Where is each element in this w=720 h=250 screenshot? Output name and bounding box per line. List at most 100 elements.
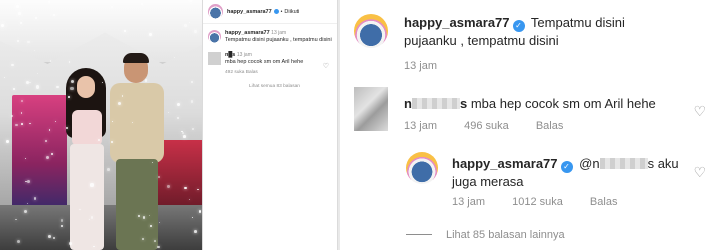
- sparkle: [183, 23, 187, 27]
- avatar[interactable]: [208, 4, 223, 19]
- reply-time: 13 jam: [452, 196, 486, 208]
- sparkle: [98, 139, 100, 141]
- sparkle: [148, 32, 152, 36]
- sparkle: [35, 85, 39, 89]
- view-replies-link[interactable]: Lihat semua 83 balasan: [249, 84, 337, 89]
- zoom-comment: n s mba hep cocok sm om Aril hehe 13 jam …: [354, 87, 720, 135]
- sparkle: [12, 88, 15, 90]
- mention-end[interactable]: s: [648, 156, 655, 171]
- caption-text-line1: Tempatmu disini: [530, 15, 625, 30]
- header-username[interactable]: happy_asmara77: [227, 9, 272, 15]
- sparkle: [177, 103, 180, 106]
- sparkle: [21, 123, 23, 125]
- sparkle: [65, 126, 69, 130]
- reply-text-line2: juga merasa: [452, 174, 524, 189]
- sparkle: [52, 14, 55, 17]
- comment-text: mba hep cocok sm om Aril hehe: [225, 59, 304, 65]
- man-figure: [106, 53, 170, 250]
- sparkle: [26, 202, 28, 204]
- sparkle: [176, 116, 180, 120]
- comment: n█s 13 jam mba hep cocok sm om Aril hehe…: [203, 44, 337, 76]
- sparkle: [11, 63, 14, 66]
- following-button[interactable]: Diikuti: [284, 9, 299, 15]
- sparkle: [23, 209, 27, 213]
- view-more-replies-link[interactable]: Lihat 85 balasan lainnya: [406, 229, 565, 241]
- reply-avatar[interactable]: [406, 152, 438, 184]
- mention-start[interactable]: @n: [579, 156, 599, 171]
- zoom-reply: happy_asmara77 ✓ @n s aku juga merasa 13 j…: [406, 152, 720, 212]
- sparkle: [55, 85, 59, 89]
- sparkle: [16, 239, 21, 243]
- zoom-caption: happy_asmara77 ✓ Tempatmu disini pujaanku…: [354, 14, 625, 75]
- sparkle: [93, 245, 95, 247]
- reply-username[interactable]: happy_asmara77: [452, 156, 558, 171]
- avatar[interactable]: [354, 14, 388, 48]
- reply-text: aku: [657, 156, 679, 171]
- sparkle: [5, 139, 9, 143]
- post-side-panel: happy_asmara77 • Diikuti happy_asmara77 …: [202, 0, 338, 250]
- comment-text: mba hep cocok sm om Aril hehe: [470, 96, 656, 111]
- comment-meta: 13 jam 496 suka Balas: [404, 120, 587, 132]
- sparkle: [36, 73, 38, 75]
- sparkle: [35, 17, 37, 19]
- sparkle: [167, 185, 170, 188]
- sparkle: [90, 183, 94, 187]
- tent-canopy: [0, 0, 202, 64]
- post-photo[interactable]: [0, 0, 202, 250]
- reply-likes[interactable]: 1012 suka: [512, 196, 563, 208]
- sparkle: [117, 101, 121, 105]
- heart-icon[interactable]: ♡: [693, 103, 706, 120]
- sparkle: [48, 235, 51, 239]
- sparkle: [18, 11, 21, 15]
- caption-avatar[interactable]: [208, 30, 221, 43]
- sparkle: [88, 218, 90, 220]
- comment-avatar[interactable]: [208, 52, 221, 65]
- comment-username-end[interactable]: s: [460, 96, 467, 111]
- sparkle: [17, 40, 19, 43]
- post-header: happy_asmara77 • Diikuti: [203, 0, 337, 24]
- view-more-label[interactable]: Lihat 85 balasan lainnya: [446, 229, 565, 241]
- reply-button[interactable]: Balas: [590, 196, 618, 208]
- caption-time: 13 jam: [271, 30, 287, 36]
- reply-button[interactable]: Balas: [536, 120, 564, 132]
- comment-avatar[interactable]: [354, 87, 388, 131]
- sparkle: [3, 76, 5, 78]
- comment-username-start[interactable]: n: [404, 96, 412, 111]
- comment-username[interactable]: n█s: [225, 52, 235, 58]
- heart-icon[interactable]: ♡: [693, 164, 706, 181]
- verified-icon: ✓: [560, 161, 573, 173]
- caption-text: Tempatmu disini pujaanku , tempatmu disi…: [225, 37, 332, 43]
- sparkle: [68, 61, 71, 63]
- sparkle: [20, 112, 22, 114]
- sparkle: [45, 140, 47, 142]
- sparkle: [190, 100, 194, 103]
- sparkle: [191, 127, 194, 130]
- sparkle: [25, 80, 29, 84]
- sparkle: [10, 114, 13, 117]
- caption-username[interactable]: happy_asmara77: [404, 15, 510, 30]
- separator-dot: •: [280, 8, 283, 15]
- caption-text-line2: pujaanku , tempatmu disini: [404, 33, 559, 48]
- sparkle: [124, 29, 127, 32]
- caption: happy_asmara77 13 jam Tempatmu disini pu…: [203, 24, 337, 44]
- divider: [406, 234, 432, 235]
- comment-likes[interactable]: 496 suka: [464, 120, 509, 132]
- reply-meta: 13 jam 1012 suka Balas: [452, 196, 641, 208]
- sparkle: [15, 218, 17, 220]
- sparkle: [29, 122, 31, 125]
- caption-username[interactable]: happy_asmara77: [225, 30, 270, 36]
- sparkle: [48, 129, 51, 131]
- sparkle: [29, 81, 32, 84]
- sparkle: [181, 131, 185, 134]
- caption-time: 13 jam: [404, 60, 438, 72]
- sparkle: [68, 96, 70, 99]
- sparkle: [79, 208, 81, 210]
- sparkle: [191, 80, 194, 83]
- sparkle: [144, 79, 148, 82]
- sparkle: [184, 186, 187, 190]
- heart-icon[interactable]: ♡: [323, 62, 329, 70]
- sparkle: [182, 135, 186, 138]
- verified-icon: [273, 9, 279, 14]
- comment-time: 13 jam: [404, 120, 438, 132]
- sparkle: [70, 79, 74, 83]
